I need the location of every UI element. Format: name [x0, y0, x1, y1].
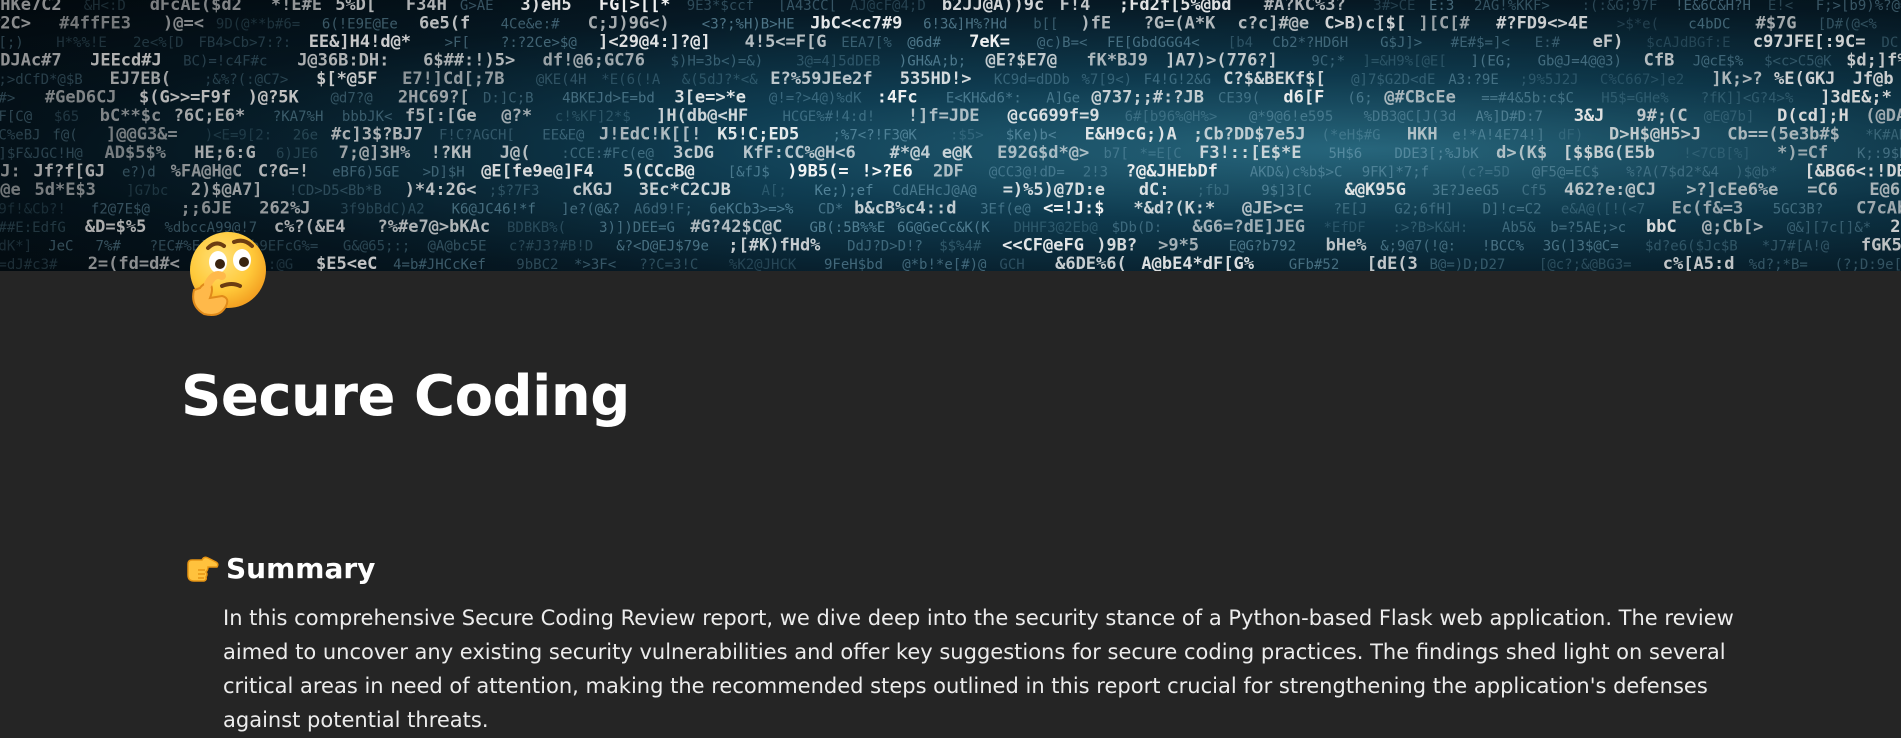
notion-page: >HKe7C2&H<:DdFcAE($d2*!E#E5%D[F34HG>AE3)…	[0, 0, 1901, 738]
cover-vignette	[0, 0, 1901, 271]
matrix-code-cover: >HKe7C2&H<:DdFcAE($d2*!E#E5%D[F34HG>AE3)…	[0, 0, 1901, 271]
summary-paragraph[interactable]: In this comprehensive Secure Coding Revi…	[223, 601, 1743, 737]
thinking-face-emoji-icon[interactable]	[180, 226, 272, 318]
summary-heading[interactable]: Summary	[184, 550, 375, 586]
summary-heading-label: Summary	[226, 551, 376, 585]
cover-image[interactable]: >HKe7C2&H<:DdFcAE($d2*!E#E5%D[F34HG>AE3)…	[0, 0, 1901, 271]
page-title[interactable]: Secure Coding	[181, 366, 630, 428]
pointing-right-hand-icon	[187, 556, 219, 582]
thinking-face-icon	[190, 232, 266, 316]
